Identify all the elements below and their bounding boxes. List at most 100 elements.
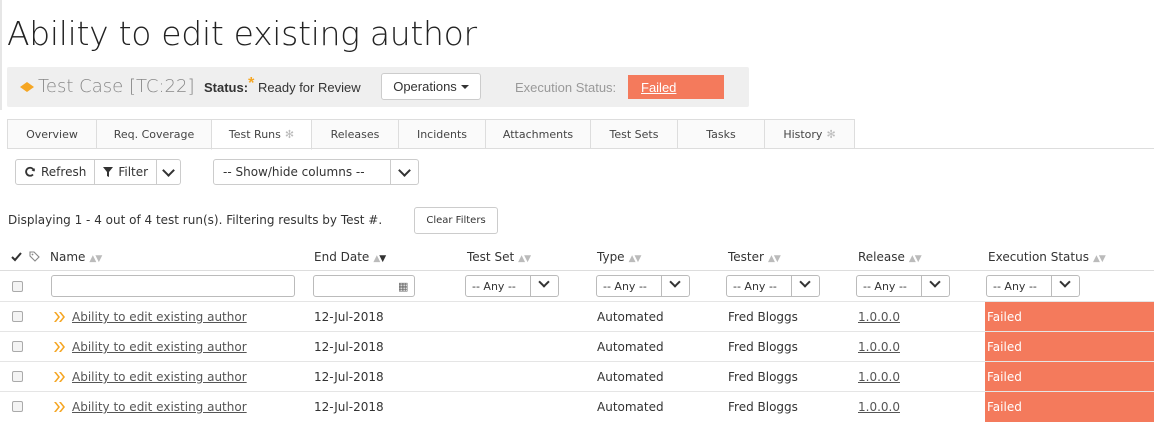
refresh-label: Refresh bbox=[41, 165, 87, 179]
operations-button[interactable]: Operations bbox=[381, 73, 481, 100]
tester-cell: Fred Bloggs bbox=[728, 310, 798, 324]
test-run-icon bbox=[54, 372, 65, 382]
show-hide-columns-select[interactable]: -- Show/hide columns -- bbox=[213, 159, 419, 185]
table-row: Ability to edit existing author 12-Jul-2… bbox=[0, 391, 1154, 422]
column-header-execution-status[interactable]: Execution Status ▲▼ bbox=[988, 250, 1106, 264]
column-header-tester[interactable]: Tester ▲▼ bbox=[728, 250, 781, 264]
status-label: Status:* bbox=[204, 75, 255, 95]
test-case-icon bbox=[20, 82, 34, 92]
test-run-name-link[interactable]: Ability to edit existing author bbox=[72, 310, 247, 324]
execution-status-cell: Failed bbox=[985, 392, 1154, 422]
filter-label: Filter bbox=[118, 165, 149, 179]
row-checkbox[interactable] bbox=[12, 401, 23, 412]
tab-tasks[interactable]: Tasks bbox=[677, 119, 765, 149]
row-checkbox[interactable] bbox=[12, 341, 23, 352]
release-link[interactable]: 1.0.0.0 bbox=[858, 400, 900, 414]
tab-req-coverage[interactable]: Req. Coverage bbox=[96, 119, 212, 149]
sort-icon[interactable]: ▲▼ bbox=[518, 254, 531, 264]
refresh-icon bbox=[25, 166, 35, 177]
filter-row: ▦ -- Any -- -- Any -- -- Any -- -- Any -… bbox=[0, 271, 1154, 301]
row-checkbox[interactable] bbox=[12, 371, 23, 382]
table-row: Ability to edit existing author 12-Jul-2… bbox=[0, 301, 1154, 332]
sort-icon[interactable]: ▲▼ bbox=[909, 254, 922, 264]
test-case-label: Test Case [TC:22] bbox=[38, 76, 195, 97]
type-cell: Automated bbox=[597, 340, 664, 354]
tab-releases[interactable]: Releases bbox=[311, 119, 399, 149]
table-row: Ability to edit existing author 12-Jul-2… bbox=[0, 361, 1154, 392]
test-run-name-link[interactable]: Ability to edit existing author bbox=[72, 340, 247, 354]
tab-attachments[interactable]: Attachments bbox=[485, 119, 591, 149]
filter-icon bbox=[103, 167, 114, 177]
release-link[interactable]: 1.0.0.0 bbox=[858, 340, 900, 354]
column-header-name[interactable]: Name ▲▼ bbox=[50, 250, 102, 264]
select-divider bbox=[390, 160, 391, 184]
column-header-type[interactable]: Type ▲▼ bbox=[597, 250, 642, 264]
test-run-name-link[interactable]: Ability to edit existing author bbox=[72, 400, 247, 414]
end-date-cell: 12-Jul-2018 bbox=[314, 400, 384, 414]
operations-label: Operations bbox=[393, 79, 457, 94]
filter-dropdown-button[interactable] bbox=[156, 159, 182, 185]
select-all-checkbox[interactable] bbox=[12, 281, 23, 292]
test-set-filter-select[interactable]: -- Any -- bbox=[465, 275, 559, 297]
test-run-name-link[interactable]: Ability to edit existing author bbox=[72, 370, 247, 384]
clear-filters-button[interactable]: Clear Filters bbox=[414, 207, 498, 234]
test-case-header-bar: Test Case [TC:22] Status:* Ready for Rev… bbox=[7, 67, 749, 107]
release-filter-select[interactable]: -- Any -- bbox=[856, 275, 950, 297]
tester-filter-select[interactable]: -- Any -- bbox=[726, 275, 820, 297]
tab-test-sets[interactable]: Test Sets bbox=[590, 119, 678, 149]
type-filter-select[interactable]: -- Any -- bbox=[596, 275, 690, 297]
table-row: Ability to edit existing author 12-Jul-2… bbox=[0, 331, 1154, 362]
gear-icon: ✻ bbox=[826, 127, 836, 141]
execution-status-cell: Failed bbox=[985, 302, 1154, 332]
tab-overview[interactable]: Overview bbox=[7, 119, 97, 149]
sort-icon[interactable]: ▲▼ bbox=[768, 254, 781, 264]
left-border bbox=[0, 0, 2, 110]
tab-bar: Overview Req. Coverage Test Runs ✻ Releas… bbox=[7, 119, 855, 150]
chevron-down-icon bbox=[398, 164, 411, 177]
end-date-filter-input[interactable]: ▦ bbox=[313, 275, 415, 297]
sort-icon[interactable]: ▲▼ bbox=[89, 254, 102, 264]
chevron-down-icon bbox=[1059, 276, 1071, 288]
column-header-end-date[interactable]: End Date ▲▼ bbox=[314, 250, 386, 264]
column-header-test-set[interactable]: Test Set ▲▼ bbox=[467, 250, 531, 264]
caret-down-icon bbox=[460, 84, 469, 89]
test-run-icon bbox=[54, 402, 65, 412]
execution-status-cell: Failed bbox=[985, 332, 1154, 362]
execution-status-cell: Failed bbox=[985, 362, 1154, 392]
page-title: Ability to edit existing author bbox=[7, 14, 477, 53]
columns-select-value: -- Show/hide columns -- bbox=[223, 165, 365, 179]
test-run-icon bbox=[54, 342, 65, 352]
sort-icon[interactable]: ▲▼ bbox=[629, 254, 642, 264]
name-filter-input[interactable] bbox=[51, 275, 295, 297]
chevron-down-icon bbox=[929, 276, 941, 288]
results-summary: Displaying 1 - 4 out of 4 test run(s). F… bbox=[8, 213, 383, 227]
refresh-button[interactable]: Refresh bbox=[15, 159, 96, 185]
tester-cell: Fred Bloggs bbox=[728, 340, 798, 354]
status-value: Ready for Review bbox=[258, 80, 361, 95]
chevron-down-icon bbox=[538, 276, 550, 288]
checkmark-icon bbox=[11, 252, 22, 262]
execution-status-link[interactable]: Failed bbox=[641, 80, 676, 95]
tester-cell: Fred Bloggs bbox=[728, 400, 798, 414]
calendar-icon[interactable]: ▦ bbox=[398, 280, 408, 293]
end-date-cell: 12-Jul-2018 bbox=[314, 340, 384, 354]
execution-status-filter-select[interactable]: -- Any -- bbox=[986, 275, 1080, 297]
row-checkbox[interactable] bbox=[12, 311, 23, 322]
gear-icon: ✻ bbox=[284, 128, 295, 141]
tab-history[interactable]: History ✻ bbox=[764, 119, 855, 149]
end-date-cell: 12-Jul-2018 bbox=[314, 370, 384, 384]
release-link[interactable]: 1.0.0.0 bbox=[858, 370, 900, 384]
column-header-release[interactable]: Release ▲▼ bbox=[858, 250, 922, 264]
tab-test-runs[interactable]: Test Runs ✻ bbox=[211, 119, 312, 150]
sort-icon[interactable]: ▲▼ bbox=[373, 254, 386, 264]
tab-incidents[interactable]: Incidents bbox=[398, 119, 486, 149]
type-cell: Automated bbox=[597, 400, 664, 414]
chevron-down-icon bbox=[162, 163, 175, 177]
execution-status-badge[interactable]: Failed bbox=[628, 75, 724, 99]
filter-button[interactable]: Filter bbox=[94, 159, 158, 185]
tester-cell: Fred Bloggs bbox=[728, 370, 798, 384]
type-cell: Automated bbox=[597, 310, 664, 324]
sort-icon[interactable]: ▲▼ bbox=[1093, 254, 1106, 264]
release-link[interactable]: 1.0.0.0 bbox=[858, 310, 900, 324]
chevron-down-icon bbox=[799, 276, 811, 288]
